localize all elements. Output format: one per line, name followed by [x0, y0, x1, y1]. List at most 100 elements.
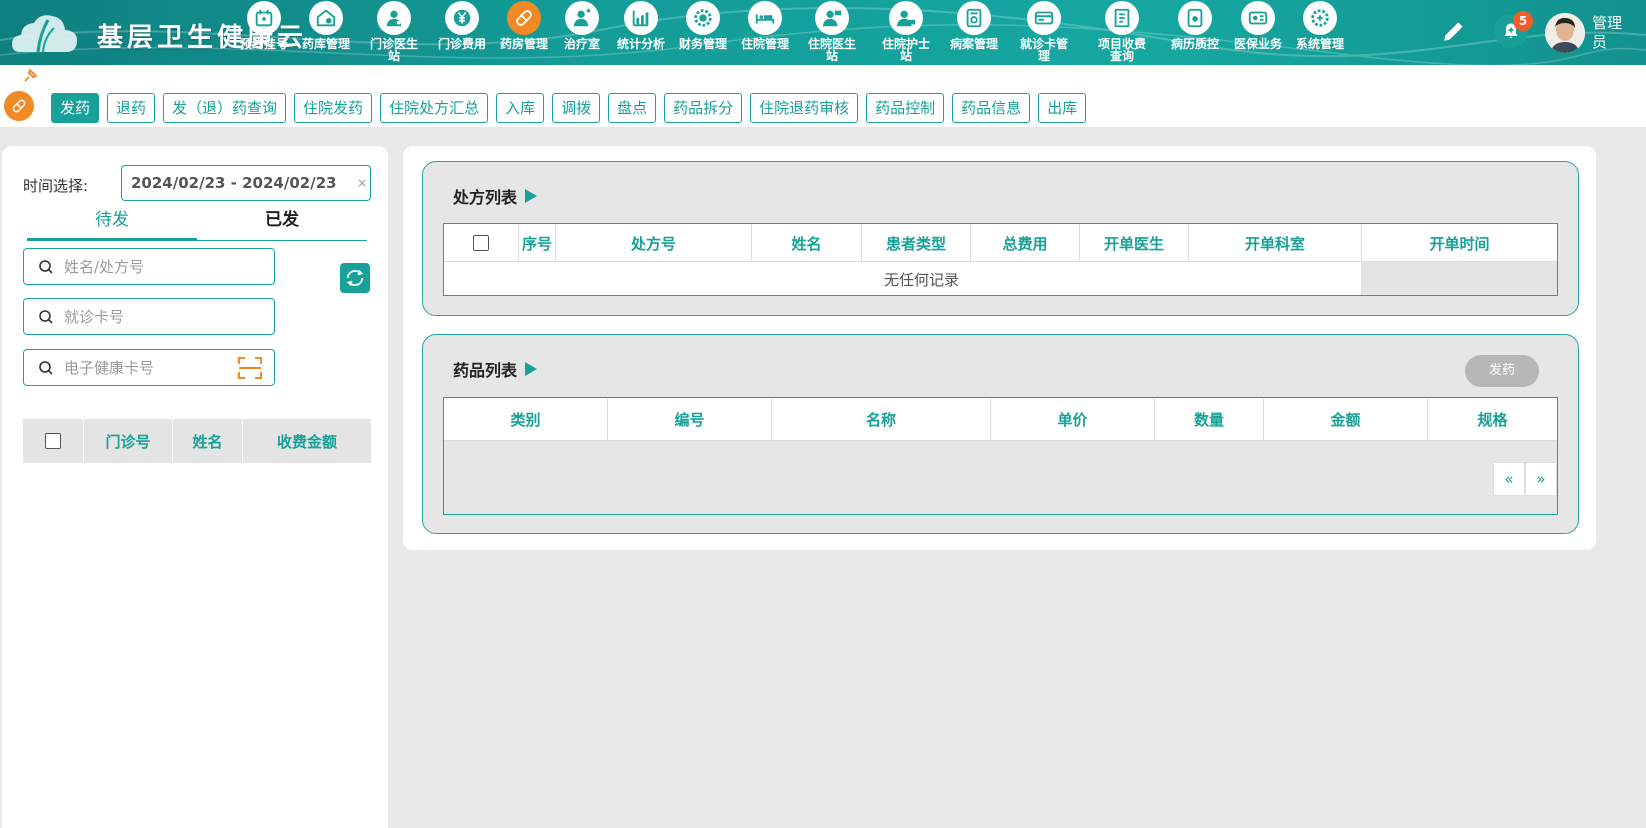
- pill-icon: [12, 99, 26, 113]
- function-tab[interactable]: 住院退药审核: [750, 93, 859, 123]
- nav-item-label: 住院管理: [740, 37, 789, 51]
- search-icon: [39, 260, 53, 274]
- tab-dispensed[interactable]: 已发: [197, 203, 367, 241]
- date-range-value: 2024/02/23 - 2024/02/23: [131, 174, 337, 192]
- function-tab[interactable]: 住院发药: [294, 93, 373, 123]
- edit-pencil-icon[interactable]: [1441, 18, 1467, 44]
- column-header: 开单科室: [1189, 224, 1362, 262]
- nav-item-label: 财务管理: [678, 37, 727, 51]
- nav-item[interactable]: 病历质控: [1163, 0, 1227, 65]
- pin-icon[interactable]: [22, 68, 38, 84]
- pill-icon: [507, 1, 541, 35]
- visit-card-input[interactable]: [64, 307, 224, 327]
- empty-cell-fill: [1361, 262, 1557, 295]
- nav-item[interactable]: 财务管理: [671, 0, 735, 65]
- nav-item[interactable]: 住院医生站: [800, 0, 864, 65]
- select-all-checkbox[interactable]: [473, 235, 489, 251]
- function-tab[interactable]: 退药: [107, 93, 156, 123]
- health-card-input[interactable]: [64, 358, 224, 378]
- nav-item[interactable]: 就诊卡管理: [1012, 0, 1076, 65]
- nav-item-label: 病案管理: [949, 37, 998, 51]
- sub-tab-bar: 发药 退药 发（退）药查询 住院发药 住院处方汇总 入库 调拨 盘点 药品拆分 住院退药审核 药品控…: [0, 65, 1646, 127]
- nav-item[interactable]: 病案管理: [942, 0, 1006, 65]
- name-prescription-search[interactable]: [23, 248, 275, 285]
- nav-item[interactable]: 门诊医生站: [362, 0, 426, 65]
- function-tab[interactable]: 药品控制: [866, 93, 945, 123]
- visit-card-search[interactable]: [23, 298, 275, 335]
- nav-item-label: 门诊费用: [437, 37, 486, 51]
- column-header: 单价: [991, 398, 1155, 441]
- chart-icon: [624, 1, 658, 35]
- function-tab[interactable]: 发药: [51, 93, 100, 123]
- function-tab[interactable]: 入库: [496, 93, 545, 123]
- nav-item[interactable]: 项目收费查询: [1090, 0, 1154, 65]
- patient-filter-panel: 时间选择: 2024/02/23 - 2024/02/23 × 待发 已发 姓名…: [2, 146, 388, 828]
- avatar-photo-icon: [1545, 13, 1585, 53]
- nav-item[interactable]: 门诊费用: [430, 0, 494, 65]
- nav-item-label: 项目收费查询: [1097, 37, 1146, 63]
- scan-icon[interactable]: [238, 357, 262, 379]
- pagination: « »: [1493, 462, 1557, 496]
- nav-item-label: 预约挂号: [239, 37, 288, 51]
- cloud-logo-icon: [12, 15, 78, 53]
- prev-page-button[interactable]: «: [1493, 462, 1525, 496]
- name-prescription-input[interactable]: [64, 257, 224, 277]
- column-header: 名称: [772, 398, 991, 441]
- nav-item-label: 统计分析: [616, 37, 665, 51]
- refresh-icon: [346, 270, 364, 286]
- user-name[interactable]: 管理员: [1592, 14, 1632, 52]
- column-header: 处方号: [556, 224, 752, 262]
- function-tab[interactable]: 出库: [1038, 93, 1087, 123]
- nurse-icon: [565, 1, 599, 35]
- calendar-icon: [247, 1, 281, 35]
- function-tab[interactable]: 发（退）药查询: [163, 93, 287, 123]
- column-header: 总费用: [971, 224, 1080, 262]
- nav-item-label: 病历质控: [1170, 37, 1219, 51]
- user-avatar[interactable]: [1545, 13, 1585, 53]
- date-range-picker[interactable]: 2024/02/23 - 2024/02/23 ×: [121, 165, 371, 201]
- nav-item[interactable]: 治疗室: [550, 0, 614, 65]
- doctor-icon: [377, 1, 411, 35]
- column-header: 患者类型: [862, 224, 971, 262]
- inpatient-doctor-icon: [815, 1, 849, 35]
- record-icon: [957, 1, 991, 35]
- nav-item-label: 系统管理: [1295, 37, 1344, 51]
- bed-icon: [748, 1, 782, 35]
- column-header: 收费金额: [276, 432, 337, 451]
- next-page-button[interactable]: »: [1525, 462, 1557, 496]
- nav-item[interactable]: 药房管理: [492, 0, 556, 65]
- clear-date-icon[interactable]: ×: [357, 166, 367, 200]
- function-tab[interactable]: 调拨: [552, 93, 601, 123]
- yen-icon: [445, 1, 479, 35]
- patient-table-header: 门诊号 姓名 收费金额: [23, 419, 371, 463]
- nav-item[interactable]: 医保业务: [1226, 0, 1290, 65]
- column-header: 类别: [444, 398, 608, 441]
- select-all-cell: [23, 419, 84, 463]
- drug-table-body: « »: [444, 441, 1557, 514]
- select-all-checkbox[interactable]: [45, 433, 61, 449]
- nav-item[interactable]: 住院管理: [733, 0, 797, 65]
- main-content: 处方列表 序号 处方号 姓名 患者类型 总费用 开单医生 开单科室 开单时间 无…: [403, 146, 1596, 550]
- health-card-search[interactable]: [23, 349, 275, 386]
- function-tabs: 发药 退药 发（退）药查询 住院发药 住院处方汇总 入库 调拨 盘点 药品拆分 住院退药审核 药品控…: [51, 93, 1087, 123]
- tab-pending[interactable]: 待发: [27, 203, 197, 241]
- notification-count-badge: 5: [1513, 11, 1533, 31]
- nav-item[interactable]: 系统管理: [1288, 0, 1352, 65]
- drug-table: 类别 编号 名称 单价 数量 金额 规格 « »: [443, 397, 1558, 515]
- column-header: 开单医生: [1080, 224, 1189, 262]
- column-header: 规格: [1477, 411, 1508, 429]
- function-tab[interactable]: 药品拆分: [664, 93, 743, 123]
- nav-item[interactable]: 药库管理: [294, 0, 358, 65]
- nav-item[interactable]: 预约挂号: [232, 0, 296, 65]
- nav-item[interactable]: 统计分析: [609, 0, 673, 65]
- empty-message: 无任何记录: [883, 271, 959, 289]
- dispense-button[interactable]: 发药: [1465, 355, 1539, 387]
- nav-item[interactable]: 住院护士站: [874, 0, 938, 65]
- function-tab[interactable]: 盘点: [608, 93, 657, 123]
- prescription-table: 序号 处方号 姓名 患者类型 总费用 开单医生 开单科室 开单时间 无任何记录: [443, 223, 1558, 296]
- function-tab[interactable]: 药品信息: [952, 93, 1031, 123]
- column-header: 序号: [519, 224, 556, 262]
- refresh-button[interactable]: [340, 263, 370, 293]
- empty-row: 无任何记录: [444, 262, 1557, 295]
- function-tab[interactable]: 住院处方汇总: [380, 93, 489, 123]
